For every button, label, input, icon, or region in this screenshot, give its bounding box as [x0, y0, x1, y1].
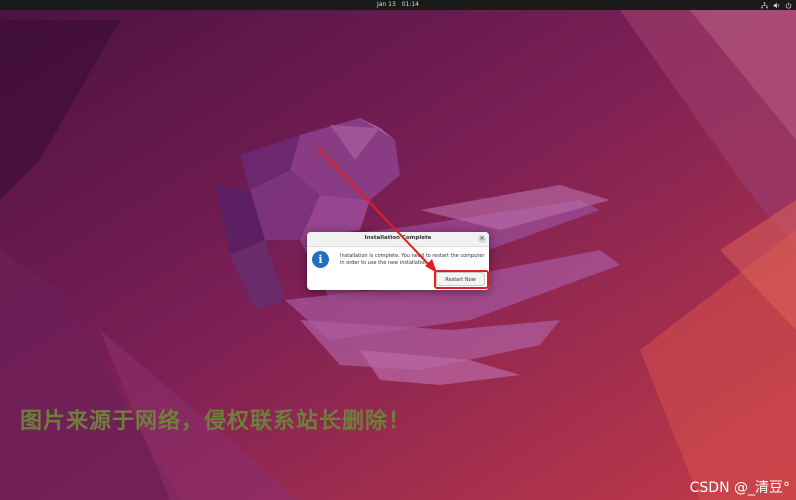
- clock-date: Jan 13: [376, 1, 396, 8]
- desktop: Jan 13 01:14 Installation Complete × i I…: [0, 0, 796, 500]
- watermark-text: 图片来源于网络，侵权联系站长删除！: [20, 409, 412, 434]
- credit-text: CSDN @_清豆°: [689, 480, 790, 496]
- close-button[interactable]: ×: [478, 235, 486, 243]
- top-bar: Jan 13 01:14: [0, 0, 796, 10]
- clock-time: 01:14: [401, 1, 419, 8]
- clock[interactable]: Jan 13 01:14: [0, 1, 796, 9]
- highlight-box: [434, 270, 489, 289]
- dialog-header[interactable]: Installation Complete ×: [307, 232, 489, 247]
- volume-icon[interactable]: [773, 2, 780, 9]
- system-tray[interactable]: [761, 0, 792, 10]
- network-icon[interactable]: [761, 1, 768, 9]
- power-icon[interactable]: [785, 2, 792, 9]
- dialog-title: Installation Complete: [364, 235, 432, 241]
- info-icon: i: [312, 251, 329, 268]
- dialog-message: Installation is complete. You need to re…: [340, 253, 485, 266]
